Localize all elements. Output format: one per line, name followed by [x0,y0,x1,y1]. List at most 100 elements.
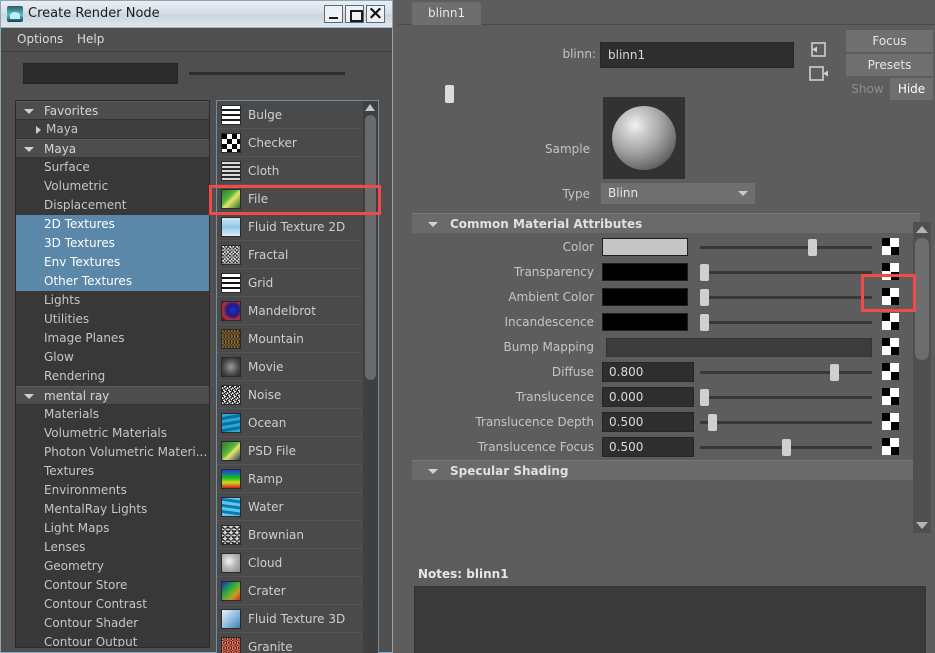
map-attribute-button[interactable] [882,238,899,255]
tree-item-image-planes[interactable]: Image Planes [16,329,209,348]
node-list-item[interactable]: Ramp [217,465,378,493]
tree-item-lenses[interactable]: Lenses [16,538,209,557]
close-icon[interactable] [366,5,385,23]
attributes-vertical-scrollbar[interactable] [913,222,931,533]
window-titlebar[interactable]: Create Render Node [1,1,392,28]
tree-item-lights[interactable]: Lights [16,291,209,310]
render-node-category-tree[interactable]: FavoritesMayaMayaSurfaceVolumetricDispla… [15,100,210,648]
attribute-slider-handle[interactable] [808,239,817,256]
attribute-slider-handle[interactable] [700,389,709,406]
node-list-item[interactable]: PSD File [217,437,378,465]
node-list-item[interactable]: Noise [217,381,378,409]
tab-blinn1[interactable]: blinn1 [412,2,481,25]
node-list-item[interactable]: Granite [217,633,378,653]
chevron-down-icon[interactable] [24,394,34,399]
attribute-value-input[interactable] [602,412,694,432]
chevron-down-icon[interactable] [24,109,34,114]
tree-item-materials[interactable]: Materials [16,405,209,424]
maximize-icon[interactable] [345,5,364,23]
list-scrollbar-thumb[interactable] [365,115,376,380]
chevron-down-icon[interactable] [731,183,755,204]
focus-button[interactable]: Focus [846,30,933,52]
tree-item-maya[interactable]: Maya [16,120,209,139]
map-attribute-button[interactable] [882,288,899,305]
tree-item-other-textures[interactable]: Other Textures [16,272,209,291]
tree-item-contour-store[interactable]: Contour Store [16,576,209,595]
node-list-item[interactable]: Cloth [217,157,378,185]
section-header-common-material-attributes[interactable]: Common Material Attributes [412,213,920,233]
color-swatch[interactable] [602,313,688,331]
node-list-item[interactable]: Fluid Texture 2D [217,213,378,241]
map-attribute-button[interactable] [882,438,899,455]
bump-mapping-field[interactable] [606,338,872,357]
tree-item-mental-ray[interactable]: mental ray [16,386,209,405]
color-swatch[interactable] [602,238,688,256]
attribute-slider-handle[interactable] [782,439,791,456]
tree-item-3d-textures[interactable]: 3D Textures [16,234,209,253]
menu-options[interactable]: Options [17,32,63,46]
attribute-slider[interactable] [700,446,872,449]
attribute-slider-handle[interactable] [708,414,717,431]
attribute-value-input[interactable] [602,362,694,382]
tree-item-rendering[interactable]: Rendering [16,367,209,386]
scroll-down-arrow-icon[interactable] [916,522,928,529]
tree-item-mentalray-lights[interactable]: MentalRay Lights [16,500,209,519]
tree-item-glow[interactable]: Glow [16,348,209,367]
map-attribute-button[interactable] [882,363,899,380]
node-list-item[interactable]: Crater [217,577,378,605]
map-attribute-button[interactable] [882,388,899,405]
tree-item-contour-shader[interactable]: Contour Shader [16,614,209,633]
node-list-item[interactable]: Water [217,493,378,521]
node-list-item[interactable]: Mandelbrot [217,297,378,325]
attribute-slider-handle[interactable] [700,289,709,306]
minimize-icon[interactable] [324,5,343,23]
chevron-right-icon[interactable] [36,126,41,134]
tree-item-geometry[interactable]: Geometry [16,557,209,576]
list-scroll-up-arrow-icon[interactable] [365,104,375,111]
tree-item-2d-textures[interactable]: 2D Textures [16,215,209,234]
tree-item-light-maps[interactable]: Light Maps [16,519,209,538]
type-select[interactable]: Blinn [601,183,731,204]
node-list-item[interactable]: Grid [217,269,378,297]
tree-item-contour-contrast[interactable]: Contour Contrast [16,595,209,614]
chevron-down-icon[interactable] [24,147,34,152]
select-input-node-icon[interactable] [808,41,828,59]
attribute-slider-handle[interactable] [700,264,709,281]
search-input[interactable] [23,63,178,84]
tree-item-utilities[interactable]: Utilities [16,310,209,329]
tree-item-maya[interactable]: Maya [16,139,209,158]
tree-item-volumetric-materials[interactable]: Volumetric Materials [16,424,209,443]
attribute-value-input[interactable] [602,437,694,457]
attribute-slider[interactable] [700,296,872,299]
node-list-item[interactable]: Mountain [217,325,378,353]
tree-item-contour-output[interactable]: Contour Output [16,633,209,648]
node-list-item[interactable]: Cloud [217,549,378,577]
attribute-slider-handle[interactable] [700,314,709,331]
tree-item-environments[interactable]: Environments [16,481,209,500]
map-attribute-button[interactable] [882,413,899,430]
map-attribute-button[interactable] [882,338,899,355]
chevron-down-icon[interactable] [428,469,438,474]
attribute-slider[interactable] [700,271,872,274]
tree-item-textures[interactable]: Textures [16,462,209,481]
attribute-slider[interactable] [700,371,872,374]
attribute-slider[interactable] [700,396,872,399]
node-list-item[interactable]: Checker [217,129,378,157]
node-list-item[interactable]: Fluid Texture 3D [217,605,378,633]
tree-item-surface[interactable]: Surface [16,158,209,177]
select-output-node-icon[interactable] [808,65,828,83]
attribute-slider[interactable] [700,321,872,324]
tree-item-photon-volumetric-materi[interactable]: Photon Volumetric Materi... [16,443,209,462]
map-attribute-button[interactable] [882,263,899,280]
node-list-item[interactable]: File [217,185,378,213]
node-name-input[interactable] [600,42,794,68]
presets-button[interactable]: Presets [846,54,933,76]
color-swatch[interactable] [602,263,688,281]
menu-help[interactable]: Help [77,32,104,46]
node-list-item[interactable]: Ocean [217,409,378,437]
section-header-specular-shading[interactable]: Specular Shading [412,460,920,480]
node-list-item[interactable]: Movie [217,353,378,381]
icon-size-slider[interactable] [189,72,345,75]
node-list-item[interactable]: Fractal [217,241,378,269]
scrollbar-thumb[interactable] [915,238,929,360]
